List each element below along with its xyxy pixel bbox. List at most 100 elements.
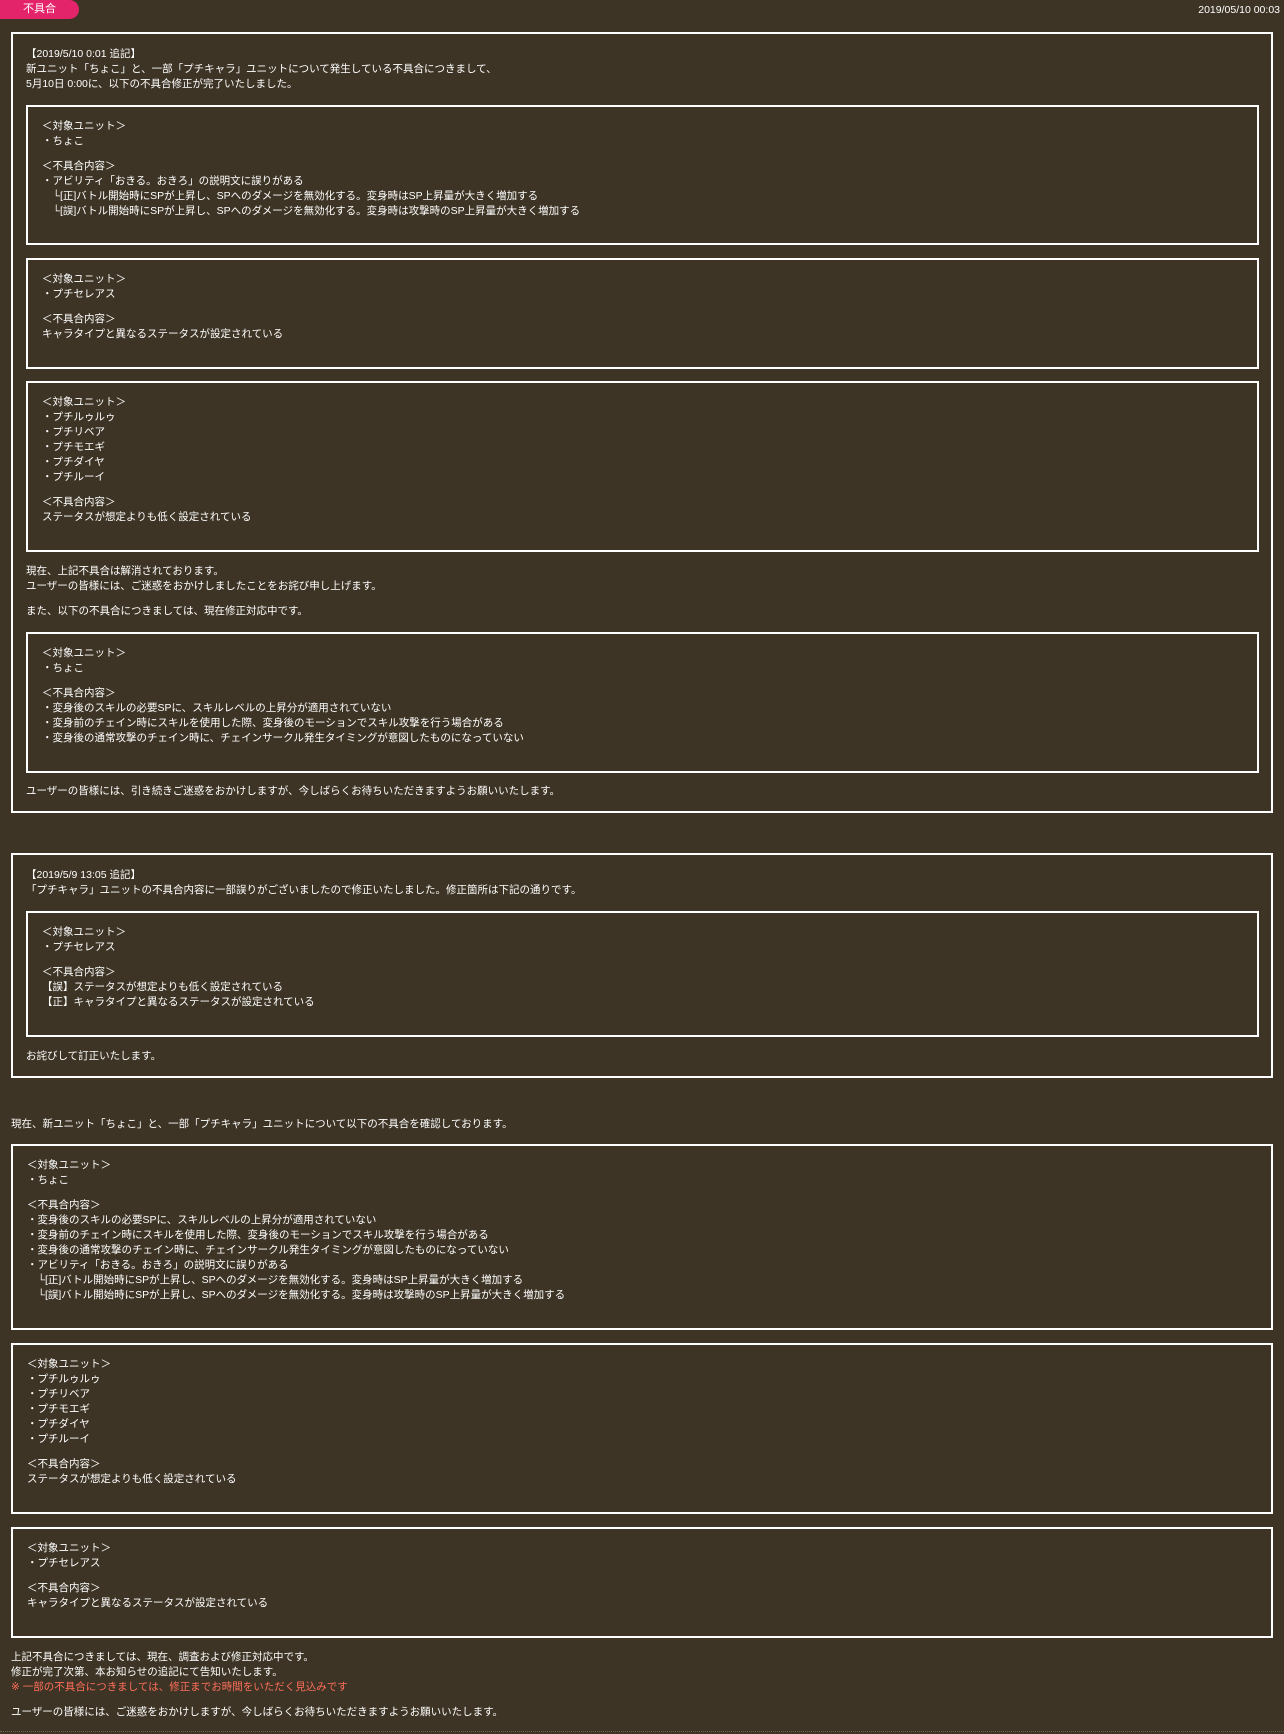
detail-line: ・プチモエギ bbox=[42, 441, 105, 453]
fixed-bug-box-puchi-celeas: ＜対象ユニット＞ ・プチセレアス ＜不具合内容＞ キャラタイプと異なるステータスが設定… bbox=[26, 258, 1259, 369]
detail-line: └[正]バトル開始時にSPが上昇し、SPへのダメージを無効化する。変身時はSP上… bbox=[42, 190, 539, 202]
detail-line: ・プチリベア bbox=[42, 426, 105, 438]
apology-text: ユーザーの皆様には、ご迷惑をおかけしましたことをお詫び申し上げます。 bbox=[26, 580, 382, 592]
detail-line: ・プチダイヤ bbox=[42, 456, 105, 468]
subsection-label: ＜対象ユニット＞ bbox=[27, 1159, 111, 1171]
bug-detail-list: ＜対象ユニット＞ ・プチセレアス ＜不具合内容＞ キャラタイプと異なるステータスが設定… bbox=[13, 1529, 1271, 1623]
bug-detail-list: ＜対象ユニット＞ ・プチルゥルゥ ・プチリベア ・プチモエギ ・プチダイヤ ・プチルーイ ＜… bbox=[28, 383, 1257, 537]
detail-line: ・アビリティ「おきる。おきろ」の説明文に誤りがある bbox=[42, 175, 304, 187]
detail-line: └[誤]バトル開始時にSPが上昇し、SPへのダメージを無効化する。変身時は攻撃時… bbox=[42, 205, 581, 217]
fixed-bug-box-puchi-units: ＜対象ユニット＞ ・プチルゥルゥ ・プチリベア ・プチモエギ ・プチダイヤ ・プチルーイ ＜… bbox=[26, 381, 1259, 552]
detail-line: 【誤】ステータスが想定よりも低く設定されている bbox=[42, 981, 283, 993]
bug-detail-list: ＜対象ユニット＞ ・ちょこ ＜不具合内容＞ ・変身後のスキルの必要SPに、スキルレベル… bbox=[13, 1146, 1271, 1315]
section-closing: ユーザーの皆様には、引き続きご迷惑をおかけしますが、今しばらくお待ちいただきます… bbox=[26, 784, 560, 799]
detail-line: ・プチリベア bbox=[27, 1388, 90, 1400]
detail-line: キャラタイプと異なるステータスが設定されている bbox=[27, 1597, 269, 1609]
subsection-label: ＜対象ユニット＞ bbox=[42, 273, 126, 285]
detail-line: ・プチルゥルゥ bbox=[27, 1373, 101, 1385]
resolved-notice: 現在、上記不具合は解消されております。 ユーザーの皆様には、ご迷惑をおかけしまし… bbox=[26, 564, 382, 619]
bug-detail-list: ＜対象ユニット＞ ・ちょこ ＜不具合内容＞ ・変身後のスキルの必要SPに、スキルレベル… bbox=[28, 634, 1257, 758]
bug-detail-list: ＜対象ユニット＞ ・ちょこ ＜不具合内容＞ ・アビリティ「おきる。おきろ」の説明文に誤… bbox=[28, 107, 1257, 231]
subsection-label: ＜不具合内容＞ bbox=[42, 160, 116, 172]
section-heading: 【2019/5/10 0:01 追記】 bbox=[26, 48, 141, 60]
subsection-label: ＜不具合内容＞ bbox=[27, 1582, 101, 1594]
detail-line: ・変身前のチェイン時にスキルを使用した際、変身後のモーションでスキル攻撃を行う場… bbox=[27, 1229, 489, 1241]
detail-line: ・変身後のスキルの必要SPに、スキルレベルの上昇分が適用されていない bbox=[27, 1214, 377, 1226]
detail-line: ・変身後のスキルの必要SPに、スキルレベルの上昇分が適用されていない bbox=[42, 702, 392, 714]
footer-text-2: 修正が完了次第、本お知らせの追記にて告知いたします。 bbox=[11, 1666, 283, 1678]
detail-line: ・アビリティ「おきる。おきろ」の説明文に誤りがある bbox=[27, 1259, 289, 1271]
original-notice-intro: 現在、新ユニット「ちょこ」と、一部「プチキャラ」ユニットについて以下の不具合を確… bbox=[11, 1117, 513, 1132]
bug-box-puchi-units: ＜対象ユニット＞ ・プチルゥルゥ ・プチリベア ・プチモエギ ・プチダイヤ ・プチルーイ ＜… bbox=[11, 1343, 1273, 1514]
post-date: 2019/05/10 00:03 bbox=[1198, 4, 1280, 16]
bottom-divider bbox=[0, 1731, 1284, 1732]
footer-text-3: ユーザーの皆様には、ご迷惑をおかけしますが、今しばらくお待ちいただきますようお願… bbox=[11, 1706, 504, 1718]
notice-footer: 上記不具合につきましては、現在、調査および修正対応中です。 修正が完了次第、本お… bbox=[11, 1650, 503, 1720]
pending-text: また、以下の不具合につきましては、現在修正対応中です。 bbox=[26, 605, 308, 617]
detail-line: ・プチモエギ bbox=[27, 1403, 90, 1415]
detail-line: ・プチルゥルゥ bbox=[42, 411, 116, 423]
detail-line: ステータスが想定よりも低く設定されている bbox=[27, 1473, 237, 1485]
closing-text: ユーザーの皆様には、引き続きご迷惑をおかけしますが、今しばらくお待ちいただきます… bbox=[26, 785, 561, 797]
update-heading-0510: 【2019/5/10 0:01 追記】 新ユニット「ちょこ」と、一部「プチキャラ… bbox=[26, 47, 497, 92]
detail-line: ・プチルーイ bbox=[42, 471, 105, 483]
detail-line: ・プチセレアス bbox=[42, 941, 116, 953]
detail-line: ・プチセレアス bbox=[27, 1557, 101, 1569]
detail-line: ・プチセレアス bbox=[42, 288, 116, 300]
subsection-label: ＜対象ユニット＞ bbox=[42, 120, 126, 132]
category-badge: 不具合 bbox=[0, 0, 79, 19]
subsection-label: ＜対象ユニット＞ bbox=[42, 926, 126, 938]
subsection-label: ＜不具合内容＞ bbox=[42, 313, 116, 325]
detail-line: ・ちょこ bbox=[42, 662, 84, 674]
correction-box: ＜対象ユニット＞ ・プチセレアス ＜不具合内容＞ 【誤】ステータスが想定よりも低く設定… bbox=[26, 911, 1259, 1037]
closing-text: お詫びして訂正いたします。 bbox=[26, 1050, 162, 1062]
bug-detail-list: ＜対象ユニット＞ ・プチセレアス ＜不具合内容＞ 【誤】ステータスが想定よりも低く設定… bbox=[28, 913, 1257, 1022]
update-section-0509: 【2019/5/9 13:05 追記】 「プチキャラ」ユニットの不具合内容に一部… bbox=[11, 853, 1273, 1078]
bug-detail-list: ＜対象ユニット＞ ・プチセレアス ＜不具合内容＞ キャラタイプと異なるステータスが設定… bbox=[28, 260, 1257, 354]
section-heading: 【2019/5/9 13:05 追記】 bbox=[26, 869, 141, 881]
resolved-text: 現在、上記不具合は解消されております。 bbox=[26, 565, 224, 577]
pending-bug-box-choco: ＜対象ユニット＞ ・ちょこ ＜不具合内容＞ ・変身後のスキルの必要SPに、スキルレベル… bbox=[26, 632, 1259, 773]
detail-line: └[誤]バトル開始時にSPが上昇し、SPへのダメージを無効化する。変身時は攻撃時… bbox=[27, 1289, 566, 1301]
detail-line: ・変身後の通常攻撃のチェイン時に、チェインサークル発生タイミングが意図したものに… bbox=[42, 732, 524, 744]
subsection-label: ＜対象ユニット＞ bbox=[27, 1358, 111, 1370]
detail-line: ・ちょこ bbox=[27, 1174, 69, 1186]
detail-line: ・変身前のチェイン時にスキルを使用した際、変身後のモーションでスキル攻撃を行う場… bbox=[42, 717, 504, 729]
fixed-bug-box-choco: ＜対象ユニット＞ ・ちょこ ＜不具合内容＞ ・アビリティ「おきる。おきろ」の説明文に誤… bbox=[26, 105, 1259, 245]
subsection-label: ＜対象ユニット＞ bbox=[27, 1542, 111, 1554]
detail-line: 【正】キャラタイプと異なるステータスが設定されている bbox=[42, 996, 315, 1008]
header-bar: 不具合 2019/05/10 00:03 bbox=[0, 0, 1284, 20]
subsection-label: ＜不具合内容＞ bbox=[27, 1458, 101, 1470]
subsection-label: ＜対象ユニット＞ bbox=[42, 647, 126, 659]
bug-detail-list: ＜対象ユニット＞ ・プチルゥルゥ ・プチリベア ・プチモエギ ・プチダイヤ ・プチルーイ ＜… bbox=[13, 1345, 1271, 1499]
footer-warning-note: ※ 一部の不具合につきましては、修正までお時間をいただく見込みです bbox=[11, 1681, 348, 1693]
subsection-label: ＜対象ユニット＞ bbox=[42, 396, 126, 408]
section-intro: 「プチキャラ」ユニットの不具合内容に一部誤りがございましたので修正いたしました。… bbox=[26, 884, 582, 896]
update-section-0510: 【2019/5/10 0:01 追記】 新ユニット「ちょこ」と、一部「プチキャラ… bbox=[11, 32, 1273, 813]
detail-line: └[正]バトル開始時にSPが上昇し、SPへのダメージを無効化する。変身時はSP上… bbox=[27, 1274, 524, 1286]
footer-text-1: 上記不具合につきましては、現在、調査および修正対応中です。 bbox=[11, 1651, 314, 1663]
bug-box-puchi-celeas: ＜対象ユニット＞ ・プチセレアス ＜不具合内容＞ キャラタイプと異なるステータスが設定… bbox=[11, 1527, 1273, 1638]
subsection-label: ＜不具合内容＞ bbox=[27, 1199, 101, 1211]
subsection-label: ＜不具合内容＞ bbox=[42, 966, 116, 978]
detail-line: ・ちょこ bbox=[42, 135, 84, 147]
bug-box-choco: ＜対象ユニット＞ ・ちょこ ＜不具合内容＞ ・変身後のスキルの必要SPに、スキルレベル… bbox=[11, 1144, 1273, 1330]
detail-line: ・変身後の通常攻撃のチェイン時に、チェインサークル発生タイミングが意図したものに… bbox=[27, 1244, 509, 1256]
detail-line: ・プチルーイ bbox=[27, 1433, 90, 1445]
section-intro-line1: 新ユニット「ちょこ」と、一部「プチキャラ」ユニットについて発生している不具合につ… bbox=[26, 63, 497, 75]
notice-intro-text: 現在、新ユニット「ちょこ」と、一部「プチキャラ」ユニットについて以下の不具合を確… bbox=[11, 1118, 513, 1130]
detail-line: ・プチダイヤ bbox=[27, 1418, 90, 1430]
subsection-label: ＜不具合内容＞ bbox=[42, 687, 116, 699]
detail-line: キャラタイプと異なるステータスが設定されている bbox=[42, 328, 284, 340]
detail-line: ステータスが想定よりも低く設定されている bbox=[42, 511, 252, 523]
section-closing: お詫びして訂正いたします。 bbox=[26, 1049, 161, 1064]
section-intro-line2: 5月10日 0:00に、以下の不具合修正が完了いたしました。 bbox=[26, 78, 298, 90]
